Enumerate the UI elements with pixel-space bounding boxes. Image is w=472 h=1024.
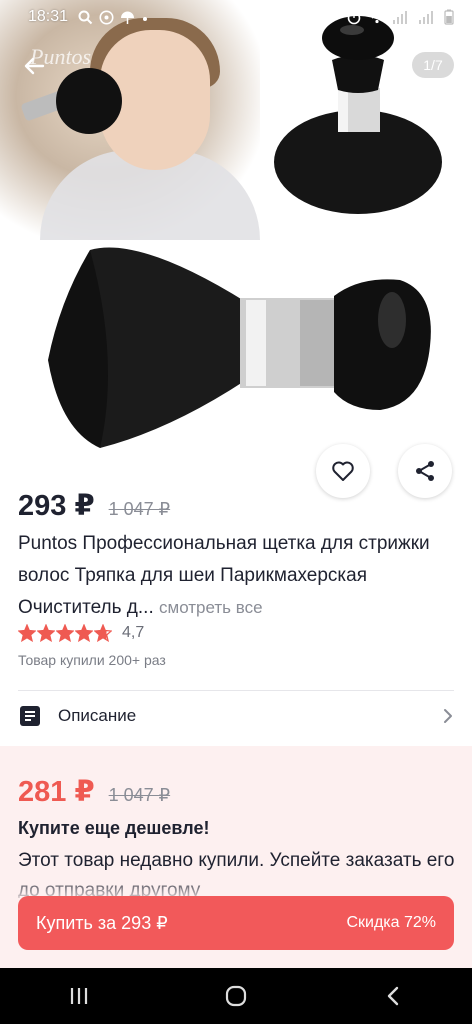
current-price: 293 ₽ [18, 490, 95, 522]
chevron-right-icon [444, 709, 452, 723]
search-status-icon [78, 10, 93, 24]
product-brush-images [48, 16, 442, 448]
wifi-icon [368, 10, 386, 24]
nav-back-button[interactable] [363, 976, 423, 1016]
status-time: 18:31 [28, 8, 69, 25]
star-icon [56, 624, 74, 642]
buy-button[interactable]: Купить за 293 ₽ Скидка 72% [18, 896, 454, 950]
price-row: 293 ₽ 1 047 ₽ [18, 488, 170, 523]
discount-label: Скидка 72% [346, 914, 436, 931]
umbrella-status-icon [121, 11, 135, 24]
recents-icon [70, 988, 87, 1004]
system-nav-bar [0, 968, 472, 1024]
status-notification-icons [78, 10, 149, 25]
favorite-button[interactable] [316, 444, 370, 498]
alarm-icon [347, 11, 361, 25]
status-system-icons [346, 9, 454, 25]
heart-icon [332, 461, 354, 481]
promo-price-row: 281 ₽ 1 047 ₽ [18, 774, 170, 809]
nav-back-icon [388, 986, 399, 1006]
share-icon [416, 461, 434, 481]
star-icon [37, 624, 55, 642]
description-label: Описание [58, 706, 137, 725]
promo-old-price: 1 047 ₽ [108, 785, 171, 805]
large-brush-image [48, 247, 431, 448]
home-icon [225, 985, 247, 1007]
description-row[interactable]: Описание [18, 694, 454, 738]
star-icon [94, 624, 112, 642]
recents-button[interactable] [49, 976, 109, 1016]
star-icon [18, 624, 36, 642]
promo-price: 281 ₽ [18, 776, 95, 808]
see-all-link[interactable]: смотреть все [159, 598, 263, 617]
home-button[interactable] [206, 976, 266, 1016]
phone-status-icon [99, 10, 114, 24]
share-button[interactable] [398, 444, 452, 498]
promo-headline: Купите еще дешевле! [18, 818, 210, 838]
status-bar: 18:31 [0, 0, 472, 34]
battery-icon [444, 9, 454, 25]
bought-count: Товар купили 200+ раз [18, 652, 166, 668]
buy-button-label: Купить за 293 ₽ [36, 912, 168, 933]
document-icon [20, 706, 40, 726]
back-arrow-icon [24, 57, 45, 75]
image-counter: 1/7 [412, 52, 454, 78]
rating-row[interactable]: 4,7 [18, 624, 144, 642]
small-brush-image [274, 16, 442, 214]
product-gallery[interactable]: Puntos 1/7 [0, 0, 472, 460]
signal-icon [393, 11, 407, 24]
dot-status-icon [143, 16, 148, 21]
rating-stars [18, 624, 112, 642]
rating-value: 4,7 [122, 624, 145, 641]
divider [18, 690, 454, 691]
back-button[interactable] [16, 48, 52, 84]
star-icon [75, 624, 93, 642]
old-price: 1 047 ₽ [108, 499, 171, 519]
product-title: Puntos Профессиональная щетка для стрижк… [18, 528, 458, 624]
signal-2-icon [419, 11, 433, 24]
